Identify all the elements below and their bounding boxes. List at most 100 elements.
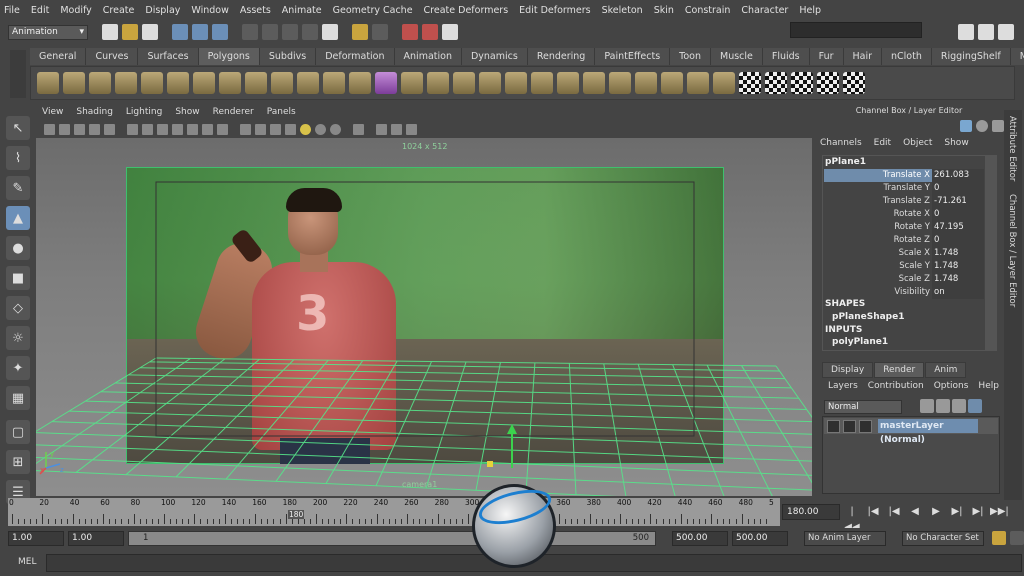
step-forward-frame-icon[interactable]: ▶| [969, 504, 987, 520]
channel-row[interactable]: Scale X 1.748 [824, 247, 984, 260]
bridge-icon[interactable] [427, 72, 449, 94]
channel-value[interactable]: 1.748 [932, 247, 984, 260]
menu-modify[interactable]: Modify [60, 5, 91, 16]
shelf-tab-fluids[interactable]: Fluids [762, 48, 810, 65]
poly-cube-purple-icon[interactable] [375, 72, 397, 94]
xray-active-components-icon[interactable] [406, 123, 417, 135]
channel-box-edit-icon[interactable] [992, 120, 1004, 132]
channel-box-layer-editor-tab[interactable]: Channel Box / Layer Editor [1007, 194, 1017, 307]
shelf-tab-general[interactable]: General [30, 48, 87, 65]
select-hierarchy-icon[interactable] [172, 24, 188, 40]
field-chart-icon[interactable] [187, 123, 198, 135]
shelf-tab-riggingshelf[interactable]: RiggingShelf [931, 48, 1011, 65]
panel-menu-show[interactable]: Show [175, 107, 199, 117]
panel-menu-lighting[interactable]: Lighting [126, 107, 162, 117]
channel-row[interactable]: Scale Z 1.748 [824, 273, 984, 286]
shelf-tab-polygons[interactable]: Polygons [198, 48, 260, 65]
snap-surface-icon[interactable] [302, 24, 318, 40]
snap-curve-icon[interactable] [262, 24, 278, 40]
shelf-options-strip[interactable] [10, 50, 26, 98]
spherical-mapping-icon[interactable] [791, 72, 813, 94]
open-scene-icon[interactable] [122, 24, 138, 40]
checker-uv-icon[interactable] [739, 72, 761, 94]
channel-value[interactable]: 47.195 [932, 221, 984, 234]
layer-name[interactable]: masterLayer (Normal) [878, 419, 978, 445]
new-scene-icon[interactable] [102, 24, 118, 40]
go-to-start-icon[interactable]: |◀◀ [843, 504, 861, 533]
select-component-icon[interactable] [212, 24, 228, 40]
use-all-lights-icon[interactable] [300, 123, 311, 135]
panel-menu-view[interactable]: View [42, 107, 63, 117]
shelf-tab-animation[interactable]: Animation [394, 48, 462, 65]
textured-icon[interactable] [285, 123, 296, 135]
layer-menu-contribution[interactable]: Contribution [868, 381, 924, 391]
layer-render-settings-icon[interactable] [859, 419, 872, 433]
channel-box-menu-channels[interactable]: Channels [820, 138, 862, 148]
shelf-tab-dynamics[interactable]: Dynamics [461, 48, 528, 65]
channel-row[interactable]: Translate X 261.083 [824, 169, 984, 182]
channel-row[interactable]: Visibility on [824, 286, 984, 299]
layer-tab-display[interactable]: Display [822, 362, 874, 378]
input-ops-icon[interactable] [372, 24, 388, 40]
snap-point-icon[interactable] [282, 24, 298, 40]
step-forward-key-icon[interactable]: ▶| [948, 504, 966, 520]
lock-icon[interactable] [352, 24, 368, 40]
paint-select-tool-icon[interactable]: ✎ [6, 176, 30, 200]
shelf-tab-modeling[interactable]: Modeling [1010, 48, 1024, 65]
smooth-shade-icon[interactable] [255, 123, 266, 135]
channel-row[interactable]: Translate Z -71.261 [824, 195, 984, 208]
animation-end-field[interactable]: 500.00 [732, 531, 788, 546]
uv-texture-editor-icon[interactable] [843, 72, 865, 94]
layer-recycle-icon[interactable] [843, 419, 856, 433]
channel-row[interactable]: Rotate Y 47.195 [824, 221, 984, 234]
current-frame-field[interactable]: 180.00 [782, 504, 840, 520]
channel-row[interactable]: Translate Y0 [824, 182, 984, 195]
layer-row[interactable]: masterLayer (Normal) [824, 418, 998, 445]
two-d-pan-zoom-icon[interactable] [104, 123, 115, 135]
layer-menu-help[interactable]: Help [978, 381, 999, 391]
poly-combine-icon[interactable] [323, 72, 345, 94]
poly-soccer-ball-icon[interactable] [297, 72, 319, 94]
go-to-end-icon[interactable]: ▶▶| [990, 504, 1009, 520]
step-back-frame-icon[interactable]: |◀ [864, 504, 882, 520]
shelf-tab-deformation[interactable]: Deformation [316, 48, 395, 65]
safe-title-icon[interactable] [217, 123, 228, 135]
channel-value[interactable]: -71.261 [932, 195, 984, 208]
layer-menu-layers[interactable]: Layers [828, 381, 858, 391]
menu-skin[interactable]: Skin [654, 5, 674, 16]
resolution-gate-icon[interactable] [157, 123, 168, 135]
select-tool-icon[interactable]: ↖ [6, 116, 30, 140]
menu-edit-deformers[interactable]: Edit Deformers [519, 5, 590, 16]
history-icon[interactable] [322, 24, 338, 40]
boolean-icon[interactable] [687, 72, 709, 94]
range-slider[interactable]: 1 500 [128, 531, 656, 546]
channel-value[interactable]: 0 [932, 234, 984, 247]
poly-pyramid-icon[interactable] [219, 72, 241, 94]
anim-layer-dropdown[interactable]: No Anim Layer [804, 531, 886, 546]
layer-tab-anim[interactable]: Anim [925, 362, 967, 378]
shelf-tab-curves[interactable]: Curves [86, 48, 139, 65]
shelf-tab-fur[interactable]: Fur [809, 48, 844, 65]
menu-help[interactable]: Help [799, 5, 821, 16]
render-frame-icon[interactable] [402, 24, 418, 40]
planar-mapping-icon[interactable] [713, 72, 735, 94]
channel-box-layers-icon[interactable] [960, 120, 972, 132]
input-node[interactable]: polyPlane1 [832, 337, 888, 347]
shelf-tab-painteffects[interactable]: PaintEffects [595, 48, 671, 65]
single-perspective-layout-icon[interactable]: ▢ [6, 420, 30, 444]
xray-icon[interactable] [353, 123, 364, 135]
camera-attributes-icon[interactable] [59, 123, 70, 135]
cylindrical-mapping-icon[interactable] [765, 72, 787, 94]
channel-box-toggle-icon[interactable] [998, 24, 1014, 40]
channel-value[interactable]: 1.748 [932, 273, 984, 286]
character-set-dropdown[interactable]: No Character Set [902, 531, 984, 546]
shelf-tab-hair[interactable]: Hair [843, 48, 883, 65]
menu-character[interactable]: Character [741, 5, 788, 16]
poly-cylinder-icon[interactable] [89, 72, 111, 94]
attribute-editor-tab[interactable]: Attribute Editor [1007, 116, 1017, 181]
menu-assets[interactable]: Assets [240, 5, 271, 16]
menu-animate[interactable]: Animate [282, 5, 322, 16]
quick-command-field[interactable] [790, 22, 922, 38]
create-layer-from-selected-icon[interactable] [936, 399, 950, 413]
play-backwards-icon[interactable]: ◀ [906, 504, 924, 520]
